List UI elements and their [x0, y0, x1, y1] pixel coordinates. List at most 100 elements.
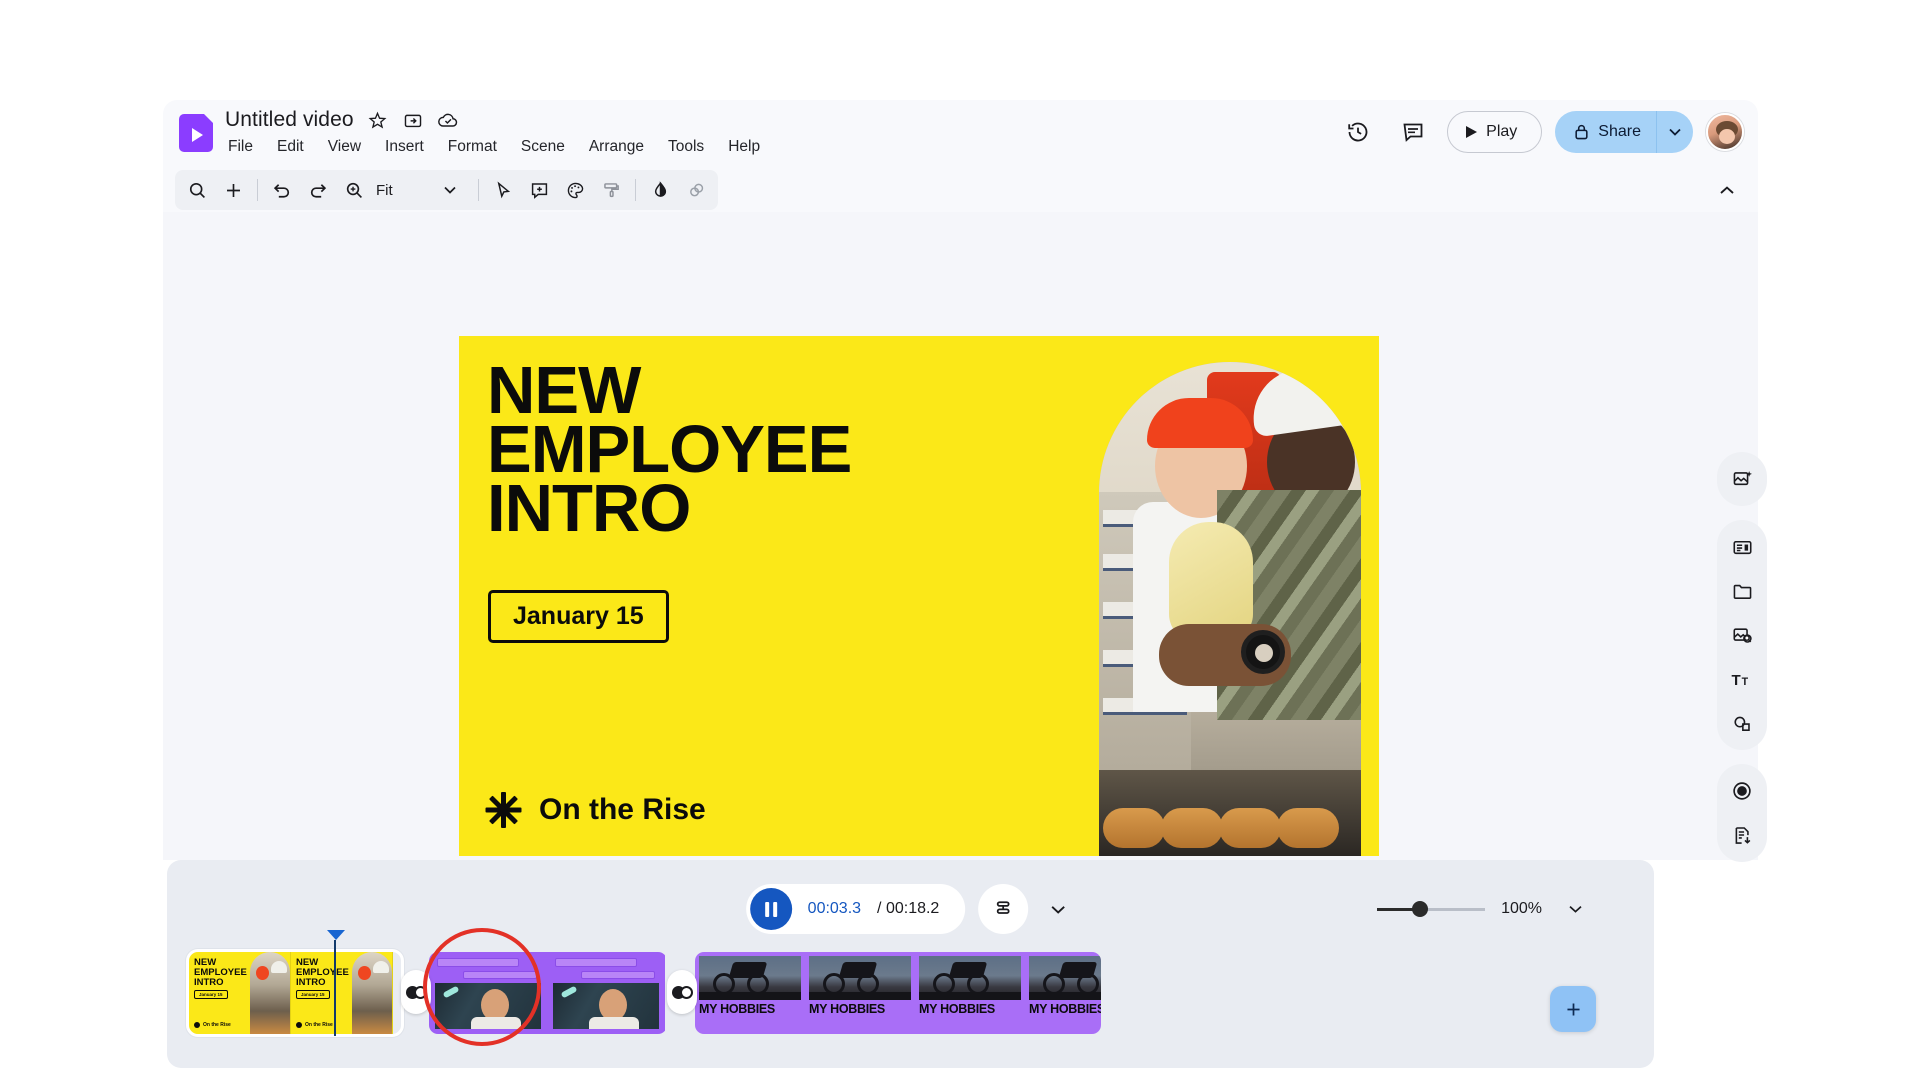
export-icon[interactable] [1722, 815, 1762, 855]
redo-icon[interactable] [300, 173, 336, 207]
right-rail: T T [1717, 452, 1767, 876]
add-clip-button[interactable] [1550, 986, 1596, 1032]
shape-blur-icon[interactable] [678, 173, 714, 207]
frame-date: January 15 [194, 990, 228, 999]
toolbar-divider [478, 179, 479, 201]
clip-title-slide[interactable]: NEW EMPLOYEE INTRO January 15 On the Rise … [186, 949, 404, 1037]
zoom-slider[interactable] [1377, 900, 1486, 918]
playhead-handle-icon [327, 930, 345, 940]
frame-caption: MY HOBBIES [1029, 1002, 1101, 1016]
toolbar-divider [257, 179, 258, 201]
shapes-icon[interactable] [1722, 703, 1762, 743]
stock-media-icon[interactable] [1722, 615, 1762, 655]
collapse-toolbar-icon[interactable] [1710, 173, 1744, 207]
add-comment-icon[interactable] [521, 173, 557, 207]
toolbar: Fit [163, 168, 1758, 212]
folder-icon[interactable] [1722, 571, 1762, 611]
share-button-label: Share [1598, 123, 1641, 140]
svg-text:T: T [1731, 671, 1741, 688]
slide-footer[interactable]: On the Rise [485, 792, 706, 828]
menu-arrange[interactable]: Arrange [586, 136, 647, 158]
zoom-level-dropdown[interactable]: Fit [372, 173, 472, 207]
frame-footer: On the Rise [194, 1022, 231, 1028]
clip-interview[interactable] [429, 952, 667, 1034]
clip-frame: MY HOBBIES [915, 952, 1025, 1034]
slide-title-line-3: INTRO [487, 470, 691, 546]
templates-icon[interactable] [1722, 527, 1762, 567]
play-button[interactable]: Play [1447, 111, 1543, 153]
add-icon[interactable] [215, 173, 251, 207]
zoom-in-icon[interactable] [336, 173, 372, 207]
total-time: / 00:18.2 [877, 900, 940, 917]
clip-frames: MY HOBBIES MY HOBBIES MY HOBBIES MY HOBB… [695, 952, 1101, 1034]
share-button-group[interactable]: Share [1555, 111, 1693, 153]
frame-title: NEW EMPLOYEE INTRO [296, 957, 349, 988]
slider-thumb[interactable] [1412, 901, 1429, 917]
menu-scene[interactable]: Scene [518, 136, 568, 158]
current-time: 00:03.3 [807, 900, 862, 917]
frame-photo [250, 952, 290, 1034]
timeline-expand-icon[interactable] [1041, 892, 1075, 926]
playback-controls: 00:03.3 / 00:18.2 [745, 884, 1076, 934]
rail-group-assets: T T [1717, 520, 1767, 750]
playhead[interactable] [327, 930, 345, 1036]
share-dropdown-caret[interactable] [1657, 111, 1693, 153]
select-cursor-icon[interactable] [485, 173, 521, 207]
slide-footer-label: On the Rise [539, 793, 706, 826]
zoom-dropdown-icon[interactable] [1558, 892, 1592, 926]
frame-caption: MY HOBBIES [699, 1002, 775, 1016]
slide-title[interactable]: NEW EMPLOYEE INTRO [487, 357, 852, 546]
move-to-folder-icon[interactable] [402, 109, 424, 131]
menu-format[interactable]: Format [445, 136, 500, 158]
clip-frames [429, 952, 667, 1034]
menu-view[interactable]: View [325, 136, 364, 158]
google-vids-logo [179, 114, 213, 152]
text-icon[interactable]: T T [1722, 659, 1762, 699]
page-title[interactable]: Untitled video [225, 108, 354, 132]
transition-circle-outline [679, 985, 693, 999]
comment-icon[interactable] [1392, 111, 1434, 153]
color-palette-icon[interactable] [557, 173, 593, 207]
title-row: Untitled video [225, 108, 459, 132]
record-icon[interactable] [1722, 771, 1762, 811]
user-avatar[interactable] [1706, 113, 1744, 151]
timeline-zoom-control: 100% [1377, 892, 1592, 926]
frame-caption: MY HOBBIES [809, 1002, 885, 1016]
transition-marker[interactable] [401, 970, 431, 1014]
rail-group-output [1717, 764, 1767, 862]
format-paint-icon[interactable] [593, 173, 629, 207]
pause-icon[interactable] [749, 888, 792, 930]
frame-date: January 15 [296, 990, 330, 999]
generate-media-icon[interactable] [1722, 459, 1762, 499]
video-editor-app: Untitled video File Edit View Insert For… [163, 100, 1767, 1068]
search-icon[interactable] [179, 173, 215, 207]
star-icon[interactable] [367, 109, 389, 131]
clip-frame: NEW EMPLOYEE INTRO January 15 On the Rise [189, 952, 291, 1034]
scenes-list-icon[interactable] [978, 884, 1029, 934]
menu-edit[interactable]: Edit [274, 136, 307, 158]
clip-frame: MY HOBBIES [695, 952, 805, 1034]
menu-insert[interactable]: Insert [382, 136, 427, 158]
clip-frame: NEW EMPLOYEE INTRO January 15 On the Rise [291, 952, 393, 1034]
slide-preview[interactable]: NEW EMPLOYEE INTRO January 15 On the Ris… [459, 336, 1379, 856]
fill-color-icon[interactable] [642, 173, 678, 207]
play-triangle-icon [1466, 126, 1478, 138]
employee-photo[interactable] [1099, 362, 1361, 856]
version-history-icon[interactable] [1337, 111, 1379, 153]
share-button[interactable]: Share [1555, 111, 1657, 153]
clip-frame: MY HOBBIES [1025, 952, 1101, 1034]
undo-icon[interactable] [264, 173, 300, 207]
svg-text:T: T [1741, 675, 1748, 687]
clip-frame: MY HOBBIES [805, 952, 915, 1034]
menu-help[interactable]: Help [725, 136, 763, 158]
play-button-label: Play [1486, 123, 1518, 140]
slide-date-badge[interactable]: January 15 [488, 590, 669, 643]
chevron-down-icon [432, 186, 468, 194]
clip-frame [547, 952, 665, 1034]
clip-my-hobbies[interactable]: MY HOBBIES MY HOBBIES MY HOBBIES MY HOBB… [695, 952, 1101, 1034]
cloud-saved-icon[interactable] [437, 109, 459, 131]
transition-marker[interactable] [667, 970, 697, 1014]
frame-footer: On the Rise [296, 1022, 333, 1028]
menu-tools[interactable]: Tools [665, 136, 707, 158]
menu-file[interactable]: File [225, 136, 256, 158]
